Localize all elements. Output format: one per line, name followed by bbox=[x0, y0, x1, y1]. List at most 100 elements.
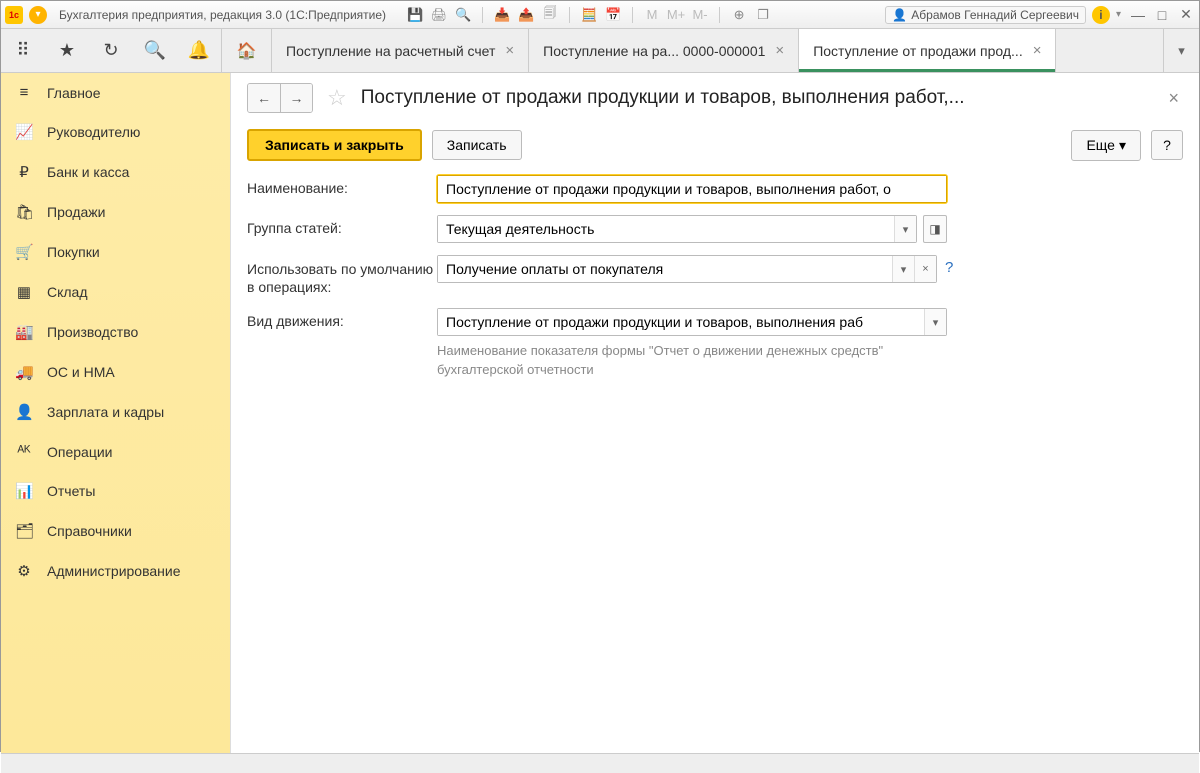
barchart-icon: 📊 bbox=[15, 482, 33, 500]
clipboard-out-icon[interactable]: 📤 bbox=[517, 7, 535, 23]
gear-icon: ⚙ bbox=[15, 562, 33, 580]
page-header: ← → ☆ Поступление от продажи продукции и… bbox=[231, 73, 1199, 121]
search-icon[interactable]: 🔍 bbox=[133, 29, 177, 72]
forward-button[interactable]: → bbox=[280, 84, 312, 112]
tab-close-icon[interactable]: × bbox=[775, 42, 784, 59]
name-input-wrap bbox=[437, 175, 947, 203]
sidebar-item-label: Руководителю bbox=[47, 124, 140, 140]
open-dialog-button[interactable]: ◨ bbox=[923, 215, 947, 243]
window-title: Бухгалтерия предприятия, редакция 3.0 (1… bbox=[59, 8, 386, 22]
command-bar: Записать и закрыть Записать Еще▾ ? bbox=[231, 121, 1199, 175]
sidebar-item-manager[interactable]: 📈 Руководителю bbox=[1, 112, 230, 152]
page-close-button[interactable]: × bbox=[1164, 88, 1183, 109]
dropdown-icon[interactable]: ▾ bbox=[892, 256, 914, 282]
folder-icon: 🗂 bbox=[15, 522, 33, 540]
name-input[interactable] bbox=[438, 176, 946, 202]
close-window-button[interactable]: ✕ bbox=[1177, 7, 1195, 23]
ruble-icon: ₽ bbox=[15, 163, 33, 181]
preview-icon[interactable]: 🔍 bbox=[454, 7, 472, 23]
zoom-icon[interactable]: ⊕ bbox=[730, 7, 748, 23]
tab-close-icon[interactable]: × bbox=[505, 42, 514, 59]
sidebar-item-label: Главное bbox=[47, 85, 101, 101]
sidebar-item-label: Банк и касса bbox=[47, 164, 129, 180]
field-help-icon[interactable]: ? bbox=[945, 255, 953, 276]
menu-icon: ≡ bbox=[15, 84, 33, 101]
status-bar bbox=[1, 753, 1199, 773]
sidebar-item-bank[interactable]: ₽ Банк и касса bbox=[1, 152, 230, 192]
person-icon: 👤 bbox=[15, 403, 33, 421]
dropdown-icon[interactable]: ▾ bbox=[894, 216, 916, 242]
factory-icon: 🏭 bbox=[15, 323, 33, 341]
tab-item[interactable]: Поступление на расчетный счет × bbox=[272, 29, 529, 72]
sidebar-item-label: Операции bbox=[47, 444, 113, 460]
sidebar-item-hr[interactable]: 👤Зарплата и кадры bbox=[1, 392, 230, 432]
history-icon[interactable]: ↻ bbox=[89, 29, 133, 72]
flow-hint: Наименование показателя формы "Отчет о д… bbox=[437, 342, 947, 378]
calculator-icon[interactable]: 🧮 bbox=[580, 7, 598, 23]
sidebar-item-admin[interactable]: ⚙ Администрирование bbox=[1, 551, 230, 591]
windows-icon[interactable]: ❐ bbox=[754, 7, 772, 23]
clipboard-in-icon[interactable]: 📥 bbox=[493, 7, 511, 23]
app-menu-dropdown[interactable]: ▾ bbox=[29, 6, 47, 24]
apps-grid-icon[interactable]: ⠿ bbox=[1, 29, 45, 72]
tab-item[interactable]: Поступление на ра... 0000-000001 × bbox=[529, 29, 799, 72]
flow-input-wrap: ▾ bbox=[437, 308, 947, 336]
app-logo-icon: 1c bbox=[5, 6, 23, 24]
save-and-close-button[interactable]: Записать и закрыть bbox=[247, 129, 422, 161]
sidebar-item-reports[interactable]: 📊Отчеты bbox=[1, 471, 230, 511]
sidebar-item-main[interactable]: ≡ Главное bbox=[1, 73, 230, 112]
compare-icon[interactable]: 🗐 bbox=[541, 7, 559, 23]
flow-input[interactable] bbox=[438, 309, 924, 335]
tab-bar: Поступление на расчетный счет × Поступле… bbox=[272, 29, 1163, 72]
sidebar-item-sales[interactable]: 🛍Продажи bbox=[1, 192, 230, 232]
sidebar-item-warehouse[interactable]: ▦Склад bbox=[1, 272, 230, 312]
favorite-star-icon[interactable]: ☆ bbox=[327, 85, 347, 111]
info-icon[interactable]: i bbox=[1092, 6, 1110, 24]
notifications-bell-icon[interactable]: 🔔 bbox=[177, 29, 221, 72]
tab-overflow-button[interactable]: ▾ bbox=[1163, 29, 1199, 72]
current-user[interactable]: 👤 Абрамов Геннадий Сергеевич bbox=[885, 6, 1086, 24]
group-input[interactable] bbox=[438, 216, 894, 242]
favorites-star-icon[interactable]: ★ bbox=[45, 29, 89, 72]
sidebar-item-assets[interactable]: 🚚 ОС и НМА bbox=[1, 352, 230, 392]
more-button[interactable]: Еще▾ bbox=[1071, 130, 1141, 161]
save-button[interactable]: Записать bbox=[432, 130, 522, 160]
print-icon[interactable]: 🖨 bbox=[430, 7, 448, 23]
group-input-wrap: ▾ bbox=[437, 215, 917, 243]
sidebar-item-label: ОС и НМА bbox=[47, 364, 115, 380]
chart-icon: 📈 bbox=[15, 123, 33, 141]
tab-label: Поступление на расчетный счет bbox=[286, 43, 495, 59]
save-icon[interactable]: 💾 bbox=[406, 7, 424, 23]
sidebar-item-operations[interactable]: ᴬᴷОперации bbox=[1, 432, 230, 471]
dropdown-icon[interactable]: ▾ bbox=[924, 309, 946, 335]
clear-icon[interactable]: × bbox=[914, 256, 936, 282]
sidebar-item-label: Администрирование bbox=[47, 563, 181, 579]
grid-icon: ▦ bbox=[15, 283, 33, 301]
minimize-button[interactable]: — bbox=[1129, 7, 1147, 23]
memory-mplus-icon[interactable]: M+ bbox=[667, 7, 685, 23]
default-input[interactable] bbox=[438, 256, 892, 282]
sidebar-item-label: Производство bbox=[47, 324, 138, 340]
chevron-down-icon: ▾ bbox=[1119, 137, 1126, 154]
content-area: ← → ☆ Поступление от продажи продукции и… bbox=[231, 73, 1199, 753]
tab-label: Поступление от продажи прод... bbox=[813, 43, 1023, 59]
label-flow: Вид движения: bbox=[247, 308, 437, 329]
sidebar-item-purchases[interactable]: 🛒Покупки bbox=[1, 232, 230, 272]
calendar-icon[interactable]: 📅 bbox=[604, 7, 622, 23]
help-button[interactable]: ? bbox=[1151, 130, 1183, 160]
sidebar-item-references[interactable]: 🗂 Справочники bbox=[1, 511, 230, 551]
memory-mminus-icon[interactable]: M- bbox=[691, 7, 709, 23]
sidebar-item-production[interactable]: 🏭 Производство bbox=[1, 312, 230, 352]
sidebar-item-label: Покупки bbox=[47, 244, 100, 260]
info-dropdown[interactable]: ▾ bbox=[1116, 9, 1121, 20]
tab-item-active[interactable]: Поступление от продажи прод... × bbox=[799, 29, 1056, 72]
back-button[interactable]: ← bbox=[248, 84, 280, 112]
memory-m-icon[interactable]: M bbox=[643, 7, 661, 23]
tab-close-icon[interactable]: × bbox=[1033, 42, 1042, 59]
sidebar-item-label: Справочники bbox=[47, 523, 132, 539]
form: Наименование: Группа статей: ▾ ◨ bbox=[231, 175, 1199, 391]
label-group: Группа статей: bbox=[247, 215, 437, 236]
home-button[interactable]: 🏠 bbox=[222, 29, 272, 72]
truck-icon: 🚚 bbox=[15, 363, 33, 381]
maximize-button[interactable]: □ bbox=[1153, 7, 1171, 23]
